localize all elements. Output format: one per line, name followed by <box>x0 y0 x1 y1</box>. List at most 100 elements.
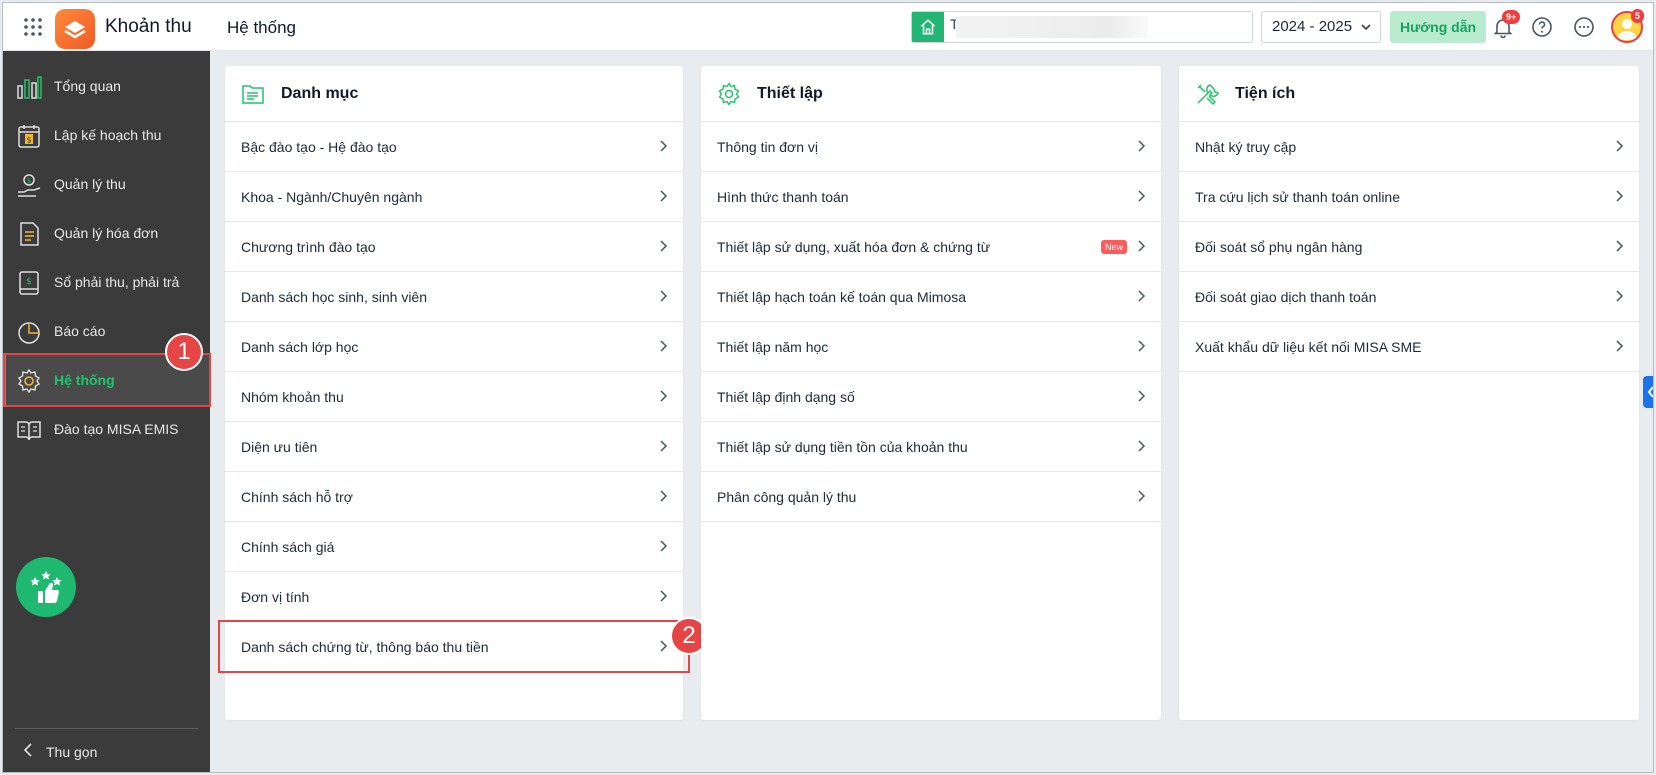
sidebar-item-label: Tổng quan <box>54 78 121 94</box>
list-item[interactable]: Xuất khẩu dữ liệu kết nối MISA SME <box>1179 322 1639 372</box>
list-item[interactable]: Khoa - Ngành/Chuyên ngành <box>225 172 683 222</box>
list-item[interactable]: Danh sách chứng từ, thông báo thu tiền <box>225 622 683 672</box>
help-icon[interactable] <box>1530 15 1554 39</box>
folder-list-icon <box>242 85 264 104</box>
list-item-label: Thiết lập sử dụng tiền tồn của khoản thu <box>717 439 968 455</box>
avatar-badge: 5 <box>1631 9 1645 23</box>
chevron-right-icon <box>660 190 668 202</box>
app-logo[interactable] <box>55 9 95 49</box>
school-year-select[interactable]: 2024 - 2025 <box>1261 11 1381 43</box>
list-item-label: Xuất khẩu dữ liệu kết nối MISA SME <box>1195 339 1422 355</box>
list-item[interactable]: Chương trình đào tạo <box>225 222 683 272</box>
active-indicator <box>3 354 6 406</box>
sidebar-item-dao-tao-misa-emis[interactable]: Đào tạo MISA EMIS <box>3 403 210 455</box>
list-item-label: Danh sách học sinh, sinh viên <box>241 289 427 305</box>
list-item[interactable]: Thông tin đơn vị <box>701 122 1161 172</box>
list-item[interactable]: Thiết lập năm học <box>701 322 1161 372</box>
thiet-lap-list: Thông tin đơn vị Hình thức thanh toán Thiế… <box>701 122 1161 522</box>
list-item[interactable]: Thiết lập sử dụng, xuất hóa đơn & chứng … <box>701 222 1161 272</box>
guide-button[interactable]: Hướng dẫn <box>1390 11 1486 43</box>
list-item-label: Thông tin đơn vị <box>717 139 819 155</box>
chevron-right-icon <box>1138 240 1146 252</box>
chevron-left-icon <box>1647 386 1653 398</box>
chevron-right-icon <box>660 540 668 552</box>
tools-icon <box>1197 84 1219 106</box>
list-item-label: Diện ưu tiên <box>241 439 318 455</box>
sidebar-item-label: Đào tạo MISA EMIS <box>54 421 179 437</box>
book-icon <box>17 421 41 441</box>
chevron-right-icon <box>1616 240 1624 252</box>
sidebar-item-lap-ke-hoach-thu[interactable]: $ Lập kế hoạch thu <box>3 109 210 161</box>
collapse-sidebar-button[interactable]: Thu gọn <box>3 728 210 772</box>
chevron-right-icon <box>660 140 668 152</box>
rating-button[interactable] <box>16 557 76 617</box>
school-search[interactable]: T <box>911 11 1253 43</box>
list-item-label: Phân công quản lý thu <box>717 489 857 505</box>
calendar-dollar-icon: $ <box>18 125 40 148</box>
list-item[interactable]: Thiết lập hạch toán kế toán qua Mimosa <box>701 272 1161 322</box>
chevron-left-icon <box>23 743 32 757</box>
more-options-icon[interactable] <box>1572 15 1596 39</box>
list-item[interactable]: Chính sách hỗ trợ <box>225 472 683 522</box>
list-item[interactable]: Chính sách giá <box>225 522 683 572</box>
list-item-label: Nhật ký truy cập <box>1195 139 1297 155</box>
list-item[interactable]: Tra cứu lịch sử thanh toán online <box>1179 172 1639 222</box>
school-year-value: 2024 - 2025 <box>1272 18 1353 35</box>
list-item[interactable]: Phân công quản lý thu <box>701 472 1161 522</box>
list-item[interactable]: Danh sách lớp học <box>225 322 683 372</box>
sidebar-item-so-phai-thu-phai-tra[interactable]: $ Sổ phải thu, phải trả <box>3 256 210 308</box>
list-item-label: Hình thức thanh toán <box>717 189 849 205</box>
chevron-right-icon <box>1616 290 1624 302</box>
ledger-icon: $ <box>19 271 39 295</box>
collapse-label: Thu gọn <box>46 744 98 760</box>
chevron-right-icon <box>1138 490 1146 502</box>
panel-title: Thiết lập <box>757 85 823 102</box>
list-item-label: Thiết lập hạch toán kế toán qua Mimosa <box>717 289 967 305</box>
chevron-right-icon <box>660 490 668 502</box>
list-item[interactable]: Hình thức thanh toán <box>701 172 1161 222</box>
apps-grid-icon[interactable] <box>21 15 45 39</box>
list-item-label: Đối soát sổ phụ ngân hàng <box>1195 239 1363 255</box>
list-item[interactable]: Diện ưu tiên <box>225 422 683 472</box>
panel-title: Tiện ích <box>1235 85 1296 102</box>
svg-text:$: $ <box>27 177 31 185</box>
sidebar-item-label: Lập kế hoạch thu <box>54 127 162 143</box>
sidebar-item-label: Hệ thống <box>54 372 115 388</box>
list-item-label: Chương trình đào tạo <box>241 239 376 255</box>
chevron-down-icon <box>1361 24 1371 31</box>
list-item-label: Đối soát giao dịch thanh toán <box>1195 289 1377 305</box>
sidebar-item-tong-quan[interactable]: Tổng quan <box>3 60 210 112</box>
list-item[interactable]: Nhật ký truy cập <box>1179 122 1639 172</box>
chevron-right-icon <box>1138 290 1146 302</box>
list-item-label: Chính sách giá <box>241 539 335 555</box>
list-item[interactable]: Danh sách học sinh, sinh viên <box>225 272 683 322</box>
list-item[interactable]: Thiết lập định dạng số <box>701 372 1161 422</box>
pie-chart-icon <box>18 322 40 344</box>
list-item-label: Nhóm khoản thu <box>241 389 344 405</box>
list-item[interactable]: Bậc đào tạo - Hệ đào tạo <box>225 122 683 172</box>
list-item-label: Thiết lập định dạng số <box>717 389 855 405</box>
chevron-right-icon <box>1616 190 1624 202</box>
list-item[interactable]: Đối soát giao dịch thanh toán <box>1179 272 1639 322</box>
home-icon[interactable] <box>912 12 944 42</box>
list-item-label: Thiết lập sử dụng, xuất hóa đơn & chứng … <box>717 239 991 255</box>
panel-thiet-lap: Thiết lập Thông tin đơn vị Hình thức than… <box>701 66 1161 720</box>
list-item-label: Bậc đào tạo - Hệ đào tạo <box>241 139 397 155</box>
sidebar-item-quan-ly-hoa-don[interactable]: Quản lý hóa đơn <box>3 207 210 259</box>
sidebar-item-label: Quản lý thu <box>54 176 126 192</box>
list-item-label: Danh sách lớp học <box>241 339 359 355</box>
list-item[interactable]: Đơn vị tính <box>225 572 683 622</box>
new-badge: New <box>1100 240 1127 254</box>
sidebar-item-quan-ly-thu[interactable]: $ Quản lý thu <box>3 158 210 210</box>
chevron-right-icon <box>1138 440 1146 452</box>
sidebar-item-label: Quản lý hóa đơn <box>54 225 159 241</box>
list-item[interactable]: Nhóm khoản thu <box>225 372 683 422</box>
panel-danh-muc: Danh mục Bậc đào tạo - Hệ đào tạo Khoa - … <box>225 66 683 720</box>
chevron-right-icon <box>660 590 668 602</box>
list-item[interactable]: Thiết lập sử dụng tiền tồn của khoản thu <box>701 422 1161 472</box>
list-item[interactable]: Đối soát sổ phụ ngân hàng <box>1179 222 1639 272</box>
chevron-right-icon <box>660 440 668 452</box>
app-window: Khoản thu Hệ thống T 2024 - 2025 Hướng d… <box>2 2 1654 773</box>
expand-side-panel-tab[interactable] <box>1643 376 1653 408</box>
chevron-right-icon <box>660 390 668 402</box>
